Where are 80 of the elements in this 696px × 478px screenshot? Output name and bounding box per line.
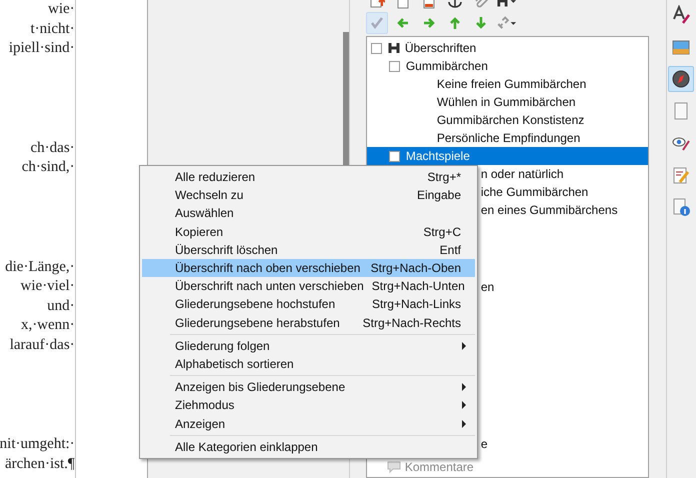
menu-item[interactable]: Alle Kategorien einklappen — [142, 438, 475, 456]
menu-item-label: Kopieren — [175, 224, 224, 239]
menu-item-label: Alle reduzieren — [175, 170, 256, 184]
menu-item[interactable]: Kopieren Strg+C — [142, 222, 475, 241]
menu-item[interactable]: Alle reduzieren Strg+* — [142, 168, 475, 186]
tree-item-label: Gummibärchen — [406, 59, 488, 73]
tree-row[interactable]: Persönliche Empfindungen — [366, 129, 648, 147]
document-text-line: die·Länge,· — [5, 258, 75, 276]
tree-item-label: Machtspiele — [406, 149, 470, 163]
menu-item-label: Alphabetisch sortieren — [175, 356, 295, 371]
tree-item-label: Gummibärchen Konstistenz — [436, 113, 584, 127]
menu-item[interactable]: Ziehmodus — [142, 396, 475, 414]
compass-icon — [671, 69, 692, 89]
chain-link-icon — [496, 15, 517, 31]
shortcut-label: Strg+Nach-Oben — [370, 261, 461, 276]
menu-item[interactable]: Auswählen — [142, 204, 475, 223]
menu-item[interactable]: Gliederungsebene herabstufen Strg+Nach-Rechts — [142, 314, 475, 332]
menu-item-label: Überschrift nach unten verschieben — [175, 279, 364, 294]
tree-item-label: Kommentare — [404, 460, 474, 474]
menu-item[interactable]: Gliederungsebene hochstufen Strg+Nach-Links — [142, 295, 475, 314]
document-text-line: t·nicht· — [30, 20, 75, 38]
menu-item-label: Auswählen — [175, 206, 235, 220]
pen-letter-icon — [671, 5, 692, 25]
document-text-line: und· — [47, 296, 75, 316]
selected-tree-row[interactable]: Machtspiele — [366, 147, 648, 165]
tree-row[interactable]: Wühlen in Gummibärchen — [366, 93, 648, 111]
comment-icon — [386, 461, 401, 473]
menu-item[interactable]: Überschrift löschen Entf — [142, 240, 475, 259]
shortcut-label: Strg+C — [423, 224, 461, 239]
menu-item-label: Anzeigen bis Gliederungsebene — [175, 380, 346, 394]
tree-item-label: e — [480, 437, 488, 451]
document-text-line: x,·wenn· — [20, 316, 75, 335]
tree-row[interactable]: Gummibärchen Konstistenz — [366, 111, 648, 129]
tree-item-label: Wühlen in Gummibärchen — [436, 95, 576, 109]
menu-item-label: Anzeigen — [175, 416, 226, 431]
document-text-line: larauf·das· — [10, 336, 75, 354]
tree-row[interactable]: Keine freien Gummibärchen — [366, 75, 648, 93]
info-page-icon — [671, 197, 692, 217]
tree-item-label: Überschriften — [404, 41, 476, 55]
document-text-line: ipiell·sind· — [8, 39, 75, 58]
document-text-line: ch·das· — [30, 138, 75, 158]
tree-item-label: en eines Gummibärchens — [480, 203, 618, 217]
document-text-line: ch·sind,· — [22, 158, 75, 177]
menu-item-label: Gliederung folgen — [175, 338, 271, 353]
expanded-toggle-icon[interactable] — [370, 42, 382, 54]
shortcut-label: Eingabe — [416, 188, 461, 202]
notepad-pencil-icon — [671, 165, 692, 185]
shortcut-label: Strg+Nach-Rechts — [362, 316, 461, 330]
shortcut-label: Strg+* — [427, 170, 461, 184]
document-text-line: nit·umgeht:· — [0, 435, 75, 454]
tree-row[interactable]: Kommentare — [366, 458, 648, 476]
menu-item[interactable]: Anzeigen — [142, 414, 475, 433]
menu-item[interactable]: Alphabetisch sortieren — [142, 354, 475, 374]
menu-item-label: Überschrift löschen — [175, 242, 279, 257]
shortcut-label: Strg+Nach-Unten — [372, 279, 465, 294]
menu-item-label: Überschrift nach oben verschieben — [175, 261, 362, 276]
tree-row[interactable]: Gummibärchen — [366, 57, 648, 75]
tree-row[interactable]: Überschriften — [366, 39, 648, 57]
menu-item-label: Gliederungsebene hochstufen — [175, 297, 336, 312]
sidebar-button[interactable] — [668, 66, 694, 92]
heading-icon — [388, 42, 400, 54]
expanded-toggle-icon[interactable] — [388, 150, 400, 162]
menu-item[interactable]: Gliederung folgen — [142, 336, 475, 355]
tree-item-label: Persönliche Empfindungen — [436, 131, 580, 145]
expanded-toggle-icon[interactable] — [388, 60, 400, 72]
menu-item-label: Alle Kategorien einklappen — [175, 440, 319, 454]
menu-item[interactable]: Überschrift nach unten verschieben Strg+Nach-Unten — [142, 277, 475, 296]
menu-item[interactable]: Wechseln zu Eingabe — [142, 186, 475, 204]
tree-item-label: Keine freien Gummibärchen — [436, 77, 586, 91]
menu-item[interactable]: Überschrift nach oben verschieben Strg+Nach-Oben — [142, 258, 475, 278]
menu-item-label: Wechseln zu — [175, 188, 244, 202]
document-text-line: wie·viel· — [20, 277, 75, 296]
document-text-line: wie· — [48, 0, 75, 19]
menu-item-label: Gliederungsebene herabstufen — [175, 316, 341, 330]
document-text-line: ärchen·ist.¶ — [4, 454, 75, 474]
shortcut-label: Entf — [440, 242, 461, 257]
menu-item[interactable]: Anzeigen bis Gliederungsebene — [142, 378, 475, 396]
menu-item-label: Ziehmodus — [175, 398, 236, 412]
shortcut-label: Strg+Nach-Links — [372, 297, 461, 312]
checkmark-icon — [368, 15, 385, 31]
